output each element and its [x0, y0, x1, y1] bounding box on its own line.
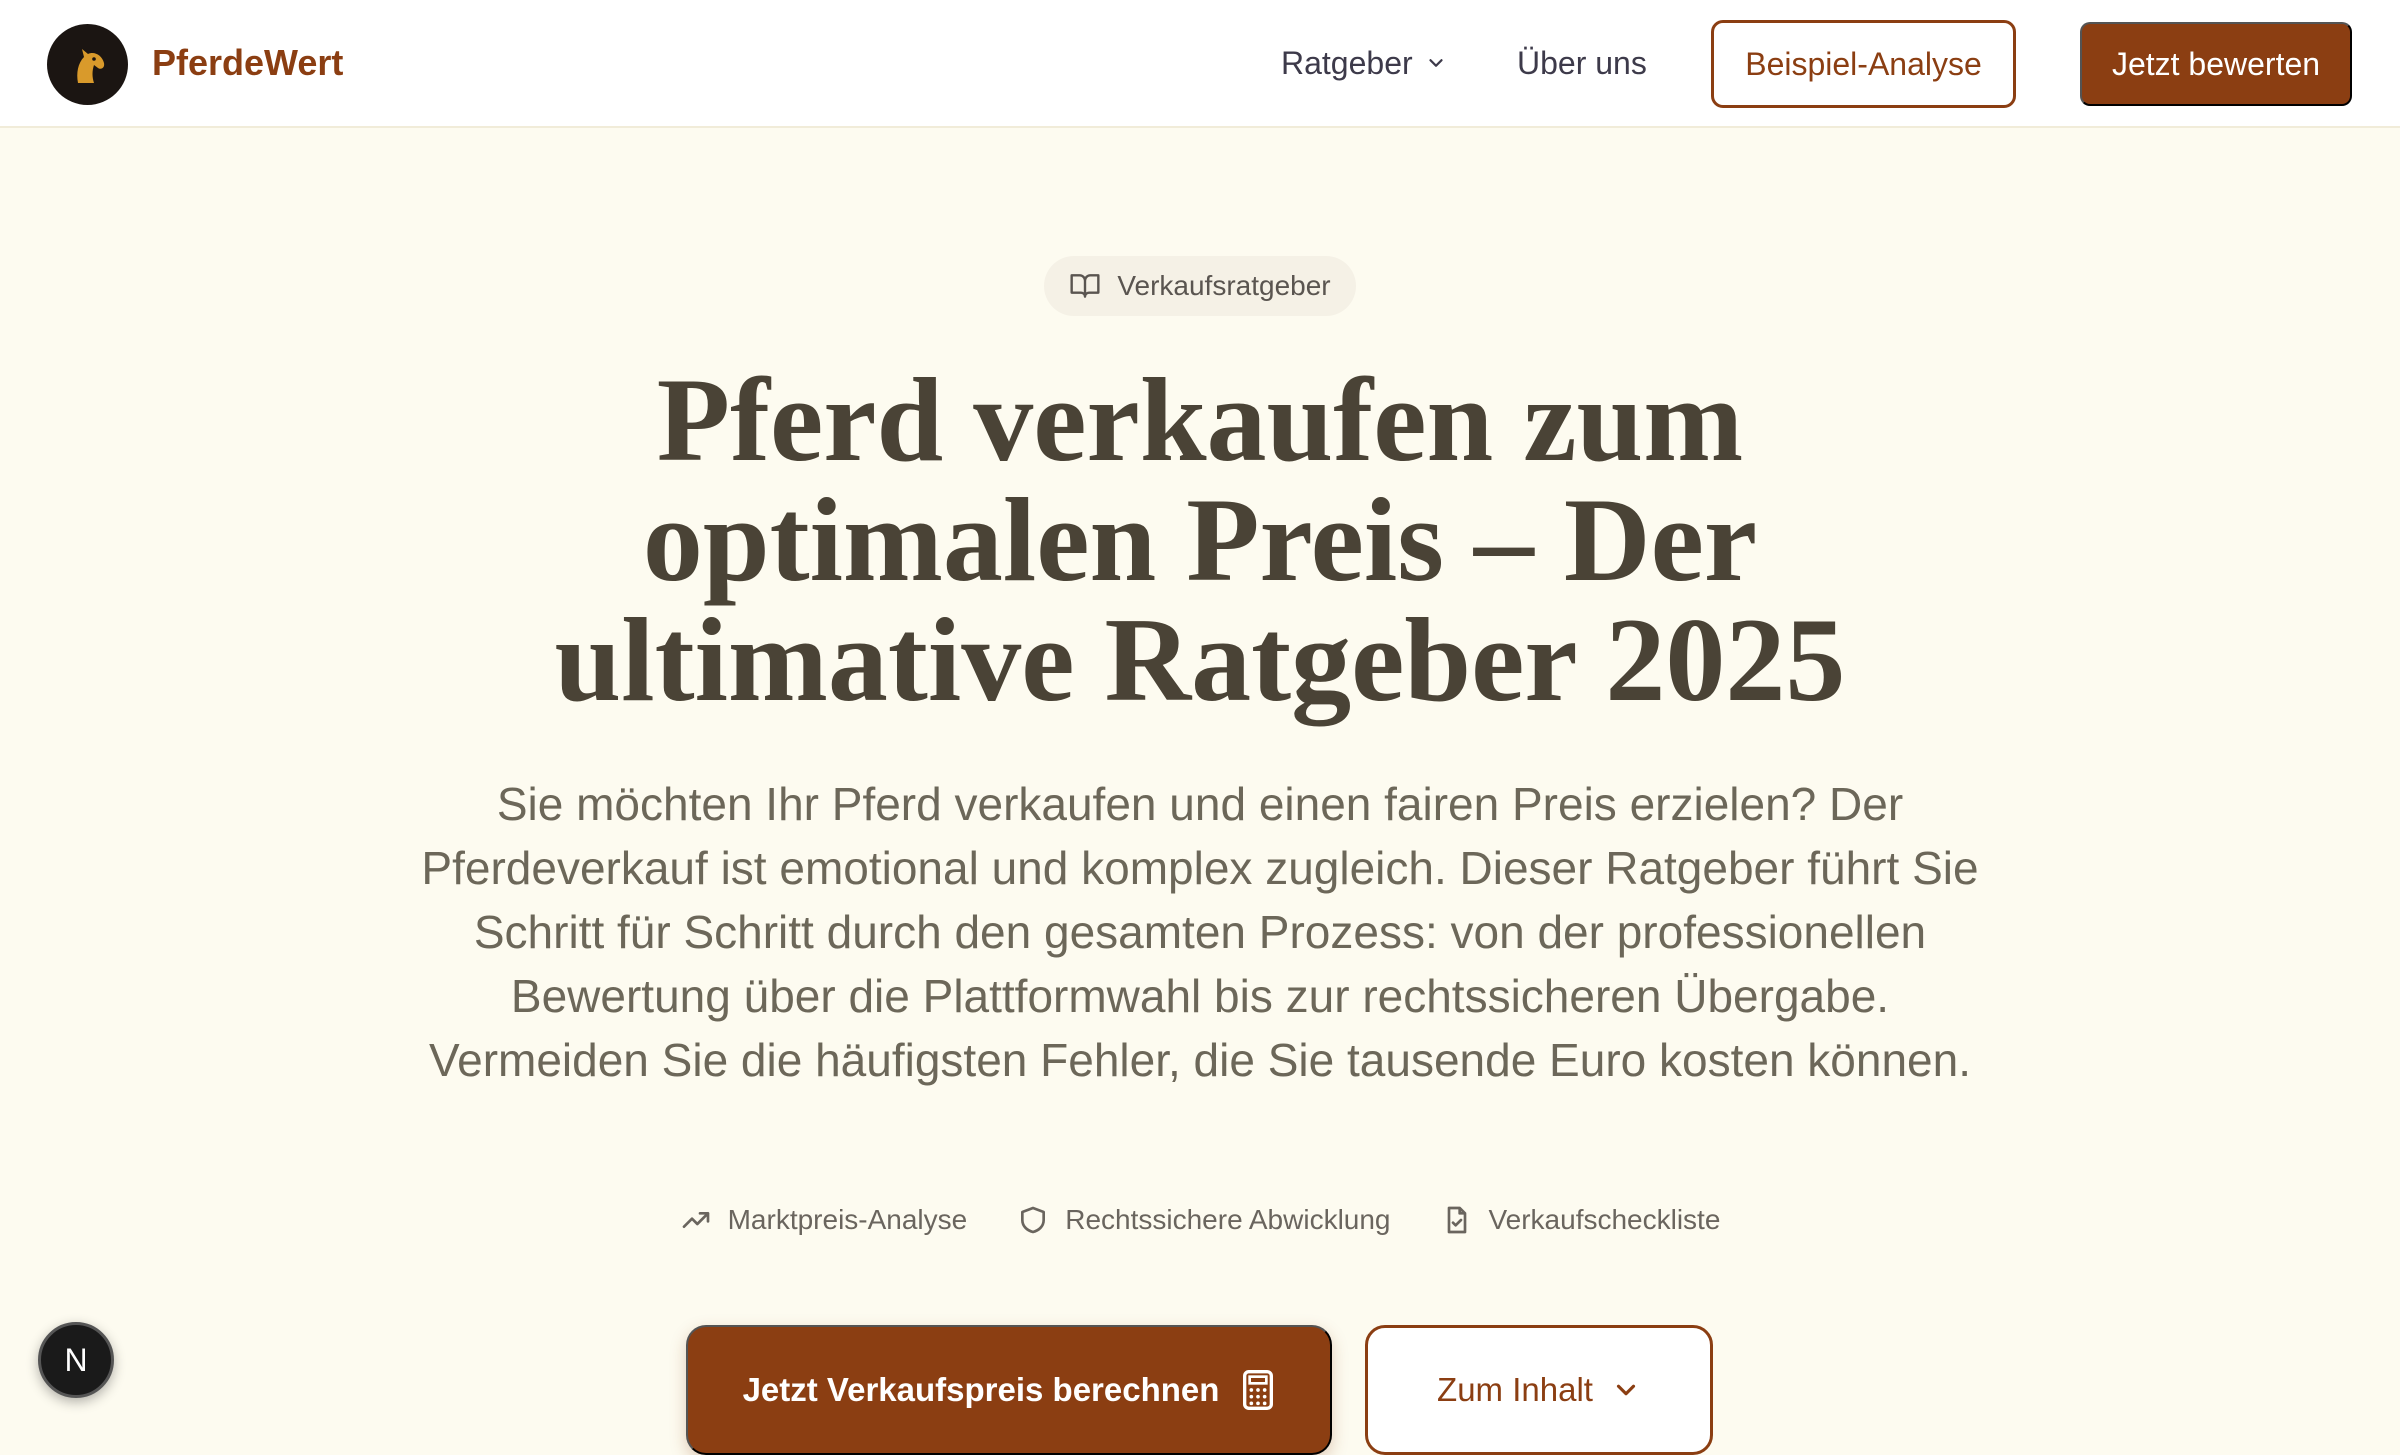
trending-up-icon	[682, 1212, 709, 1228]
to-content-label: Zum Inhalt	[1437, 1371, 1593, 1408]
title-line-3: ultimative Ratgeber 2025	[554, 593, 1846, 726]
feature-label: Rechtssichere Abwicklung	[1065, 1204, 1391, 1235]
feature-item: Marktpreis-Analyse	[680, 1204, 968, 1236]
top-navigation-bar: PferdeWert Ratgeber Über uns Beispiel-An…	[0, 0, 2400, 128]
feature-label: Verkaufscheckliste	[1488, 1204, 1721, 1235]
chevron-down-icon	[1428, 59, 1443, 67]
nav-ueber-uns[interactable]: Über uns	[1517, 40, 1647, 86]
feature-label: Marktpreis-Analyse	[727, 1204, 968, 1235]
rate-now-button[interactable]: Jetzt bewerten	[2080, 22, 2352, 106]
chevron-down-icon	[1616, 1384, 1636, 1396]
logo-horse-icon[interactable]	[47, 24, 128, 105]
feature-item: Rechtssichere Abwicklung	[1017, 1204, 1391, 1236]
intro-paragraph: Sie möchten Ihr Pferd verkaufen und eine…	[421, 778, 1979, 1086]
category-badge: Verkaufsratgeber	[1044, 256, 1356, 316]
title-line-2: optimalen Preis – Der	[642, 473, 1758, 606]
calculate-price-label: Jetzt Verkaufspreis berechnen	[742, 1371, 1220, 1408]
book-open-icon	[1070, 274, 1100, 298]
shield-icon	[1021, 1206, 1046, 1234]
brand-name[interactable]: PferdeWert	[152, 40, 343, 86]
nav-ratgeber-dropdown[interactable]: Ratgeber	[1281, 40, 1447, 86]
feature-item: Verkaufscheckliste	[1441, 1204, 1721, 1236]
calculator-icon	[1243, 1370, 1274, 1410]
example-analysis-button[interactable]: Beispiel-Analyse	[1711, 20, 2016, 108]
file-check-icon	[1447, 1206, 1466, 1234]
category-badge-label: Verkaufsratgeber	[1117, 270, 1331, 301]
feature-list: Marktpreis-Analyse Rechtssichere Abwickl…	[0, 1204, 2400, 1236]
nav-ratgeber-label: Ratgeber	[1281, 45, 1413, 81]
title-line-1: Pferd verkaufen zum	[656, 353, 1744, 486]
dev-tools-badge[interactable]: N	[38, 1322, 114, 1398]
page-title: Pferd verkaufen zum optimalen Preis – De…	[300, 360, 2100, 720]
